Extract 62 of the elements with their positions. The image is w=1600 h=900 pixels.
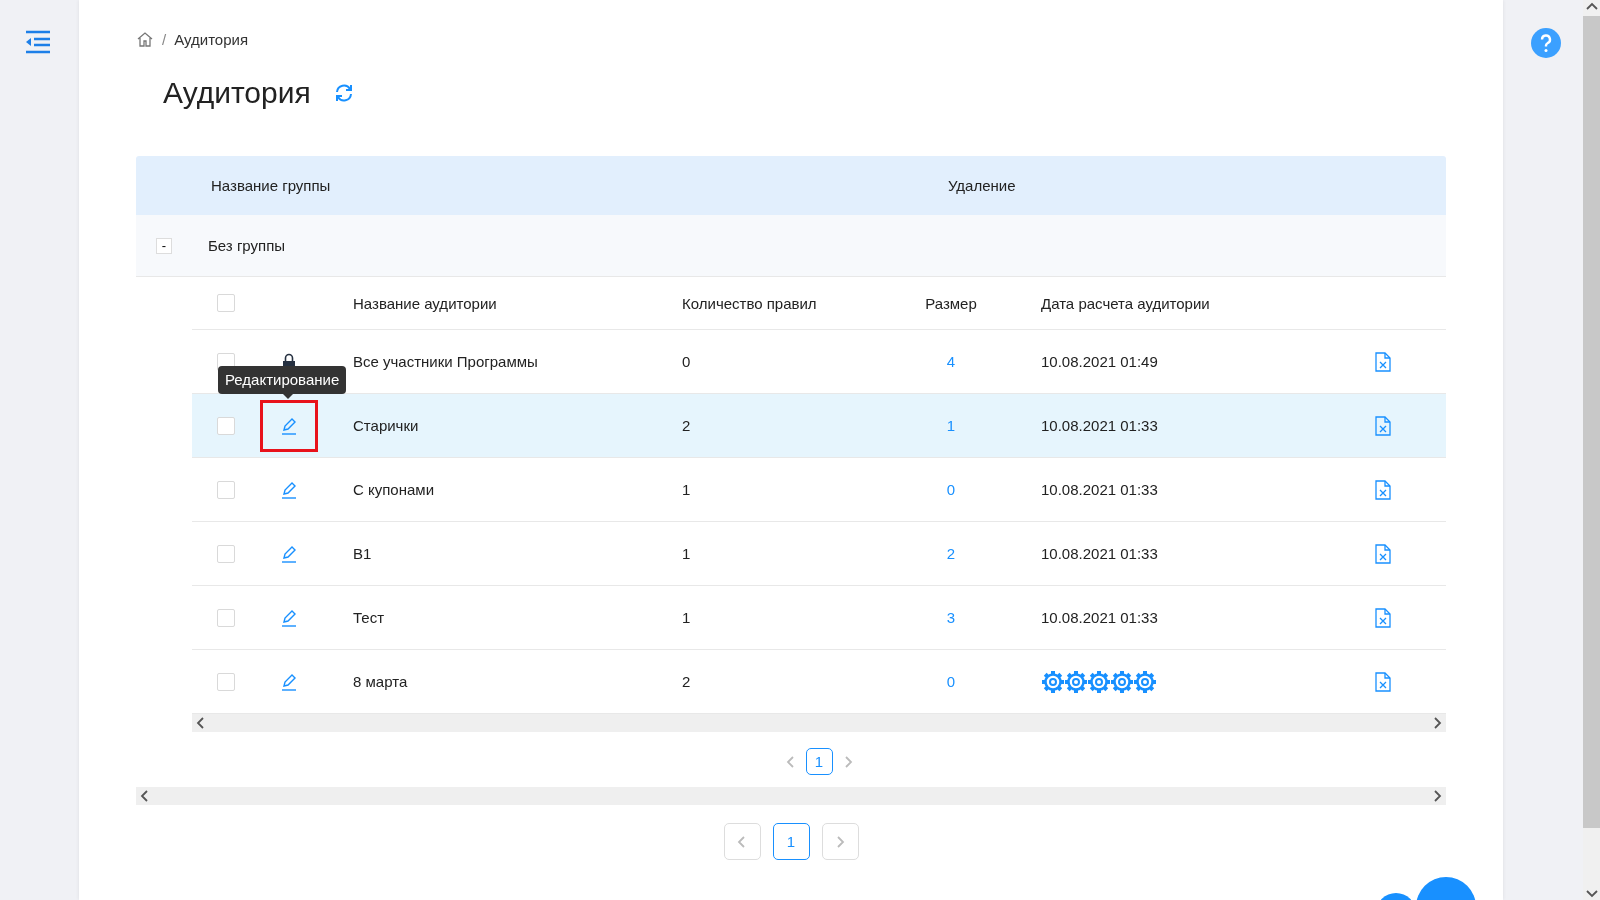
- group-row[interactable]: - Без группы: [136, 215, 1446, 277]
- help-icon[interactable]: [1530, 27, 1562, 59]
- excel-file-icon[interactable]: [1375, 415, 1391, 436]
- edit-icon[interactable]: [280, 416, 298, 435]
- column-header: Название группы: [210, 177, 332, 194]
- chevron-right-icon[interactable]: [1432, 717, 1442, 729]
- breadcrumb-item[interactable]: Аудитория: [174, 30, 249, 48]
- rules-count: 1: [682, 481, 691, 498]
- table-row[interactable]: С купонами 1 0 10.08.2021 01:33: [192, 458, 1446, 522]
- audience-name: С купонами: [353, 481, 434, 498]
- column-header: Удаление: [947, 177, 1017, 194]
- excel-file-icon[interactable]: [1375, 543, 1391, 564]
- audience-name: B1: [353, 545, 372, 562]
- select-all-checkbox[interactable]: [217, 294, 235, 312]
- calculation-date: 10.08.2021 01:33: [1041, 609, 1158, 626]
- calculation-date: 10.08.2021 01:33: [1041, 545, 1158, 562]
- page-title: Аудитория: [163, 76, 311, 110]
- excel-file-icon[interactable]: [1375, 351, 1391, 372]
- rules-count: 2: [682, 673, 691, 690]
- row-checkbox[interactable]: [217, 480, 235, 499]
- audience-name: Все участники Программы: [353, 353, 538, 370]
- row-checkbox[interactable]: [217, 672, 235, 691]
- collapse-toggle[interactable]: -: [156, 237, 172, 254]
- edit-icon[interactable]: [280, 672, 298, 691]
- audience-name: Старички: [353, 417, 419, 434]
- column-header: Размер: [925, 294, 977, 312]
- home-icon[interactable]: [136, 30, 154, 48]
- chevron-up-icon[interactable]: [1585, 2, 1598, 12]
- excel-file-icon[interactable]: [1375, 671, 1391, 692]
- group-name: Без группы: [208, 237, 286, 254]
- row-checkbox[interactable]: [217, 608, 235, 627]
- rules-count: 1: [682, 609, 691, 626]
- table-row[interactable]: Тест 1 3 10.08.2021 01:33: [192, 586, 1446, 650]
- table-row[interactable]: B1 1 2 10.08.2021 01:33: [192, 522, 1446, 586]
- column-header: Количество правил: [682, 294, 817, 312]
- chevron-right-icon[interactable]: [1432, 790, 1442, 802]
- excel-file-icon[interactable]: [1375, 479, 1391, 500]
- scrollbar-thumb[interactable]: [1583, 16, 1600, 828]
- edit-icon[interactable]: [280, 544, 298, 563]
- table-row[interactable]: Старички 2 1 10.08.2021 01:33: [192, 394, 1446, 458]
- audience-name: Тест: [353, 609, 385, 626]
- column-header: Дата расчета аудитории: [1041, 294, 1210, 312]
- column-header: Название аудитории: [353, 294, 497, 312]
- row-checkbox[interactable]: [217, 416, 235, 435]
- calculation-date: 10.08.2021 01:49: [1041, 353, 1158, 370]
- rules-count: 0: [682, 353, 691, 370]
- excel-file-icon[interactable]: [1375, 607, 1391, 628]
- edit-icon[interactable]: [280, 608, 298, 627]
- edit-icon[interactable]: [280, 480, 298, 499]
- audience-name: 8 марта: [353, 673, 408, 690]
- chevron-left-icon[interactable]: [140, 790, 150, 802]
- tooltip: Редактирование: [218, 366, 347, 394]
- row-checkbox[interactable]: [217, 544, 235, 563]
- breadcrumb-separator: /: [162, 30, 167, 48]
- rules-count: 2: [682, 417, 691, 434]
- chevron-down-icon[interactable]: [1585, 888, 1598, 898]
- calculation-date: 10.08.2021 01:33: [1041, 417, 1158, 434]
- calculation-date: 10.08.2021 01:33: [1041, 481, 1158, 498]
- menu-icon[interactable]: [24, 30, 52, 54]
- tooltip-arrow: [283, 394, 293, 399]
- chevron-left-icon[interactable]: [196, 717, 206, 729]
- rules-count: 1: [682, 545, 691, 562]
